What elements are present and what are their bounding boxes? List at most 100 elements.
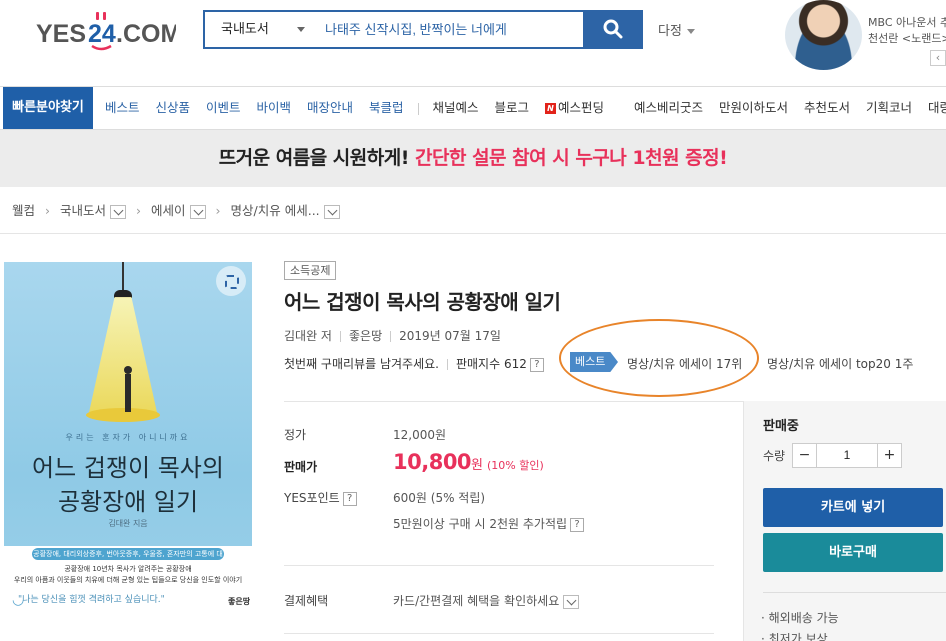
nav-item-new[interactable]: 신상품 xyxy=(156,87,191,129)
overseas-shipping-link[interactable]: · 해외배송 가능 xyxy=(761,609,839,626)
event-banner[interactable]: 뜨거운 여름을 시원하게! 간단한 설문 참여 시 누구나 1천원 증정! xyxy=(0,130,946,187)
svg-text:.COM: .COM xyxy=(116,20,176,48)
purchase-panel: 판매중 수량 − + 카트에 넣기 바로구매 · 해외배송 가능 · 최저가 보… xyxy=(744,401,946,641)
cover-title-line2: 공황장애 일기 xyxy=(57,488,199,516)
review-link[interactable]: 첫번째 구매리뷰를 남겨주세요. xyxy=(284,357,439,371)
dajeong-menu[interactable]: 다정 xyxy=(658,20,695,39)
banner-text-main: 뜨거운 여름을 시원하게! xyxy=(218,147,410,169)
cover-figure xyxy=(124,366,132,412)
payment-benefit-dropdown[interactable]: 카드/간편결제 혜택을 확인하세요 xyxy=(393,592,580,609)
add-to-cart-button[interactable]: 카트에 넣기 xyxy=(763,488,943,527)
cover-light-beam xyxy=(88,297,158,417)
nav-item-funding[interactable]: N 예스펀딩 xyxy=(544,87,604,129)
quantity-input[interactable] xyxy=(817,444,877,467)
publisher-link[interactable]: 좋은땅 xyxy=(349,329,382,343)
cover-spotlight xyxy=(86,408,160,422)
divider xyxy=(446,359,448,370)
nav-item-buyback[interactable]: 바이백 xyxy=(257,87,292,129)
nav-item-best[interactable]: 베스트 xyxy=(105,87,140,129)
cover-tagline: 우리는 혼자가 아니니까요 xyxy=(65,433,191,442)
nav-item-bookclub[interactable]: 북클럽 xyxy=(369,87,404,129)
quantity-minus-button[interactable]: − xyxy=(793,444,817,467)
product-title: 어느 겁쟁이 목사의 공황장애 일기 xyxy=(284,290,561,314)
quantity-plus-button[interactable]: + xyxy=(877,444,901,467)
nav-item-event[interactable]: 이벤트 xyxy=(206,87,241,129)
cover-lamp xyxy=(114,290,132,298)
publish-date: 2019년 07월 17일 xyxy=(399,329,501,343)
highlight-annotation-circle xyxy=(559,319,759,397)
nav-item-bulk[interactable]: 대량/ xyxy=(928,87,946,129)
cover-lamp-cord xyxy=(122,262,124,292)
nav-item-goods[interactable]: 예스베리굿즈 xyxy=(634,87,703,129)
points-value: 600원 (5% 적립) xyxy=(393,491,486,505)
chevron-down-icon xyxy=(297,27,305,32)
chevron-down-icon xyxy=(686,29,695,34)
cover-keywords: 공황장애, 대리외상증후, 번아웃증후, 우울증, 혼자만의 고통에 대한 솔직… xyxy=(32,548,224,570)
breadcrumb-essay[interactable]: 에세이 xyxy=(151,203,186,218)
search-input[interactable] xyxy=(325,12,583,47)
breadcrumb-dropdown-icon[interactable] xyxy=(189,204,206,219)
nav-item-recommended[interactable]: 추천도서 xyxy=(804,87,850,129)
book-cover-image[interactable]: 우리는 혼자가 아니니까요 어느 겁쟁이 목사의 공황장애 일기 김대완 지음 … xyxy=(4,262,252,616)
nav-items: 베스트 신상품 이벤트 바이백 매장안내 북클럽 채널예스 블로그 N 예스펀딩 xyxy=(105,87,616,129)
search-bar: 국내도서 xyxy=(203,10,643,49)
divider xyxy=(284,401,744,402)
search-button[interactable] xyxy=(583,10,643,49)
header: YES 24 .COM 국내도서 다정 MBC 아나운서 추 천선란 <노랜드>… xyxy=(0,0,946,88)
tax-deduction-badge: 소득공제 xyxy=(284,261,337,280)
dajeong-label: 다정 xyxy=(658,24,682,39)
sales-index: 판매지수 612 xyxy=(455,357,527,371)
promo-line2: 천선란 <노랜드> xyxy=(868,32,946,45)
svg-text:24: 24 xyxy=(88,20,116,48)
nav-item-channel[interactable]: 채널예스 xyxy=(432,87,478,129)
divider xyxy=(0,233,946,234)
product-review-row: 첫번째 구매리뷰를 남겨주세요. 판매지수 612? xyxy=(284,355,544,372)
chevron-right-icon: › xyxy=(215,203,221,218)
preview-scan-icon[interactable] xyxy=(216,266,246,296)
nav-item-under10k[interactable]: 만원이하도서 xyxy=(719,87,788,129)
quick-category-button[interactable]: 빠른분야찾기 xyxy=(3,87,93,129)
lowest-price-link[interactable]: · 최저가 보상 xyxy=(761,630,828,641)
search-icon xyxy=(603,19,623,39)
promo-avatar[interactable] xyxy=(785,0,862,70)
chevron-down-icon xyxy=(563,594,580,609)
cover-publisher: 좋은땅 xyxy=(228,597,251,606)
nav-item-special[interactable]: 기획코너 xyxy=(866,87,912,129)
sale-status: 판매중 xyxy=(763,419,799,434)
svg-text:YES: YES xyxy=(36,20,86,48)
payment-benefit-label: 결제혜택 xyxy=(284,594,329,608)
sale-price-label: 판매가 xyxy=(284,460,318,474)
breadcrumb-dropdown-icon[interactable] xyxy=(110,204,127,219)
cover-description: 공황장애 10년차 목사가 알려주는 공황장애 우리의 아픔과 이웃들의 치유에… xyxy=(12,564,244,586)
chevron-right-icon: › xyxy=(45,203,51,218)
nav-item-store[interactable]: 매장안내 xyxy=(307,87,353,129)
list-price-label: 정가 xyxy=(284,428,307,442)
breadcrumb-healing[interactable]: 명상/치유 에세... xyxy=(231,203,320,218)
divider xyxy=(339,331,341,342)
help-icon[interactable]: ? xyxy=(570,517,585,532)
breadcrumb-domestic[interactable]: 국내도서 xyxy=(60,203,106,218)
promo-banner[interactable]: MBC 아나운서 추 천선란 <노랜드> xyxy=(868,15,946,47)
buy-now-button[interactable]: 바로구매 xyxy=(763,533,943,572)
discount-rate: (10% 할인) xyxy=(487,459,544,472)
breadcrumb-dropdown-icon[interactable] xyxy=(323,204,340,219)
author-link[interactable]: 김대완 저 xyxy=(284,329,332,343)
extra-points-row: 5만원이상 구매 시 2천원 추가적립? xyxy=(393,515,585,532)
cover-author: 김대완 지음 xyxy=(108,519,148,528)
help-icon[interactable]: ? xyxy=(342,491,357,506)
yes24-logo[interactable]: YES 24 .COM xyxy=(36,8,176,52)
search-category-select[interactable]: 국내도서 xyxy=(205,12,313,47)
list-price-value: 12,000원 xyxy=(393,428,447,442)
nav-right-items: 예스베리굿즈 만원이하도서 추천도서 기획코너 대량/ xyxy=(634,87,946,129)
banner-text-highlight: 간단한 설문 참여 시 누구나 1천원 증정! xyxy=(415,147,728,169)
promo-prev-button[interactable]: ‹ xyxy=(930,50,946,66)
sale-price-value: 10,800 xyxy=(393,450,472,474)
top20-rank-link[interactable]: 명상/치유 에세이 top20 1주 xyxy=(767,355,913,372)
help-icon[interactable]: ? xyxy=(529,357,544,372)
main-nav: 빠른분야찾기 베스트 신상품 이벤트 바이백 매장안내 북클럽 채널예스 블로그… xyxy=(0,86,946,130)
breadcrumb-home[interactable]: 웰컴 xyxy=(12,203,35,218)
nav-item-blog[interactable]: 블로그 xyxy=(494,87,529,129)
points-label: YES포인트 xyxy=(284,491,340,505)
promo-line1: MBC 아나운서 추 xyxy=(868,16,946,29)
divider xyxy=(284,565,714,566)
